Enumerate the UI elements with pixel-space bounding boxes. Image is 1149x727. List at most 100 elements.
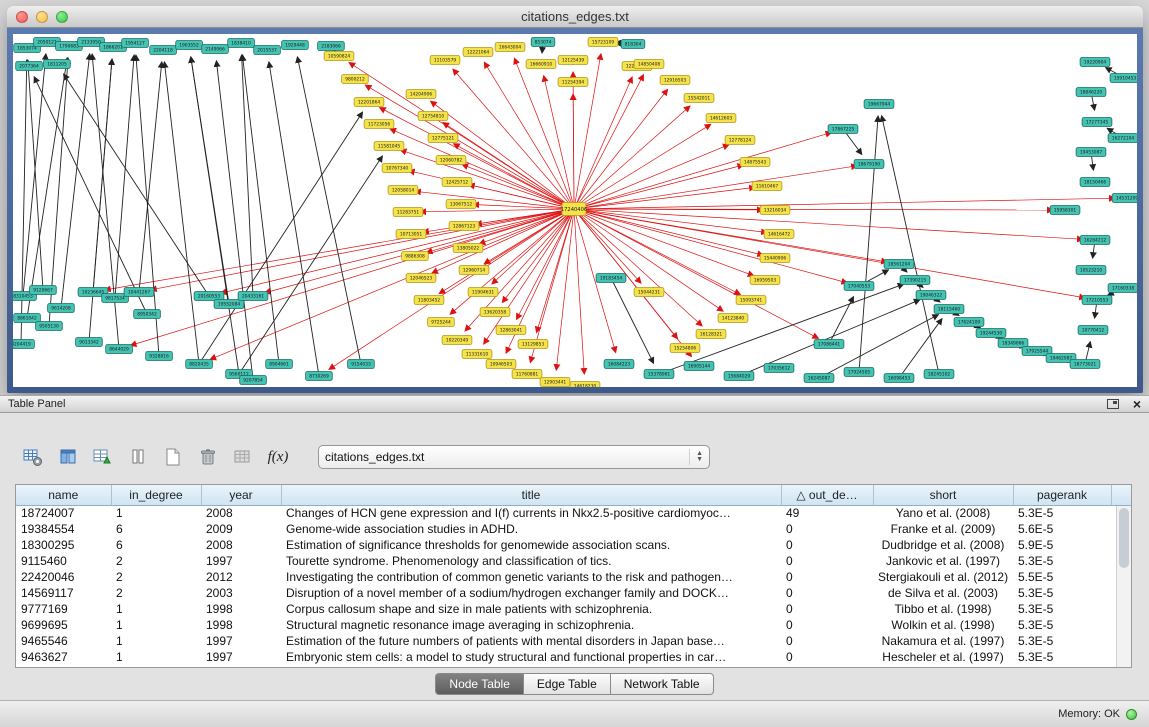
network-node[interactable]: 13620358 — [480, 308, 510, 317]
network-edge[interactable] — [574, 54, 601, 209]
table-row[interactable]: 2242004622012Investigating the contribut… — [16, 569, 1131, 585]
network-edge[interactable] — [191, 57, 229, 304]
network-node[interactable]: 17924505 — [844, 368, 874, 377]
network-node[interactable]: 9505130 — [36, 322, 63, 331]
network-node[interactable]: 11803452 — [414, 296, 444, 305]
network-edge[interactable] — [556, 209, 574, 370]
network-node[interactable]: 19046322 — [916, 291, 946, 300]
network-edge[interactable] — [574, 89, 668, 209]
network-node[interactable]: 17086441 — [814, 340, 844, 349]
minimize-window-button[interactable] — [36, 11, 48, 23]
column-header-title[interactable]: title — [281, 485, 781, 505]
import-table-button[interactable] — [230, 444, 256, 470]
network-edge[interactable] — [297, 57, 361, 364]
float-panel-icon[interactable] — [1107, 399, 1119, 409]
table-row[interactable]: 946362711997Embryonic stem cells: a mode… — [16, 649, 1131, 665]
network-node[interactable]: 17160338 — [1108, 284, 1137, 293]
network-node[interactable]: 14531209 — [1112, 194, 1137, 203]
network-edge[interactable] — [239, 156, 382, 374]
network-node[interactable]: 17867225 — [828, 125, 858, 134]
network-edge[interactable] — [21, 60, 27, 344]
zoom-window-button[interactable] — [56, 11, 68, 23]
network-node[interactable]: 8730269 — [306, 372, 333, 381]
network-node[interactable]: 15723109 — [588, 38, 618, 47]
network-node[interactable]: 18846220 — [1076, 88, 1106, 97]
network-edge[interactable] — [659, 284, 904, 374]
network-edge[interactable] — [574, 198, 1115, 209]
network-node[interactable]: 8904661 — [266, 360, 293, 369]
network-node[interactable]: 10523210 — [1076, 266, 1106, 275]
column-header-pagerank[interactable]: pagerank — [1013, 485, 1111, 505]
network-edge[interactable] — [151, 209, 574, 290]
network-node[interactable]: 16959503 — [750, 276, 780, 285]
network-edge[interactable] — [829, 297, 854, 344]
network-node[interactable]: 2183066 — [318, 42, 345, 51]
network-node[interactable]: 14850408 — [634, 60, 664, 69]
network-node[interactable]: 17040553 — [844, 282, 874, 291]
network-node[interactable]: 1838410 — [228, 39, 255, 48]
table-row[interactable]: 1938455462009Genome-wide association stu… — [16, 521, 1131, 537]
network-edge[interactable] — [139, 62, 162, 292]
network-node[interactable]: 9154033 — [348, 360, 375, 369]
network-node[interactable]: 1903552 — [176, 41, 203, 50]
network-node[interactable]: 15378061 — [644, 370, 674, 379]
network-node[interactable]: 19220904 — [1080, 58, 1110, 67]
network-node[interactable]: 16905144 — [684, 362, 714, 371]
network-node[interactable]: 12221064 — [463, 48, 493, 57]
network-edge[interactable] — [415, 191, 574, 209]
network-node[interactable]: 19244530 — [976, 329, 1006, 338]
network-node[interactable]: 18150466 — [1080, 178, 1110, 187]
network-node[interactable]: 14875543 — [740, 158, 770, 167]
network-node[interactable]: 11610467 — [752, 182, 782, 191]
tab-node-table[interactable]: Node Table — [435, 673, 524, 695]
network-node[interactable]: 13129853 — [518, 340, 548, 349]
network-node[interactable]: 8644029 — [106, 345, 133, 354]
network-node[interactable]: 9013342 — [76, 338, 103, 347]
network-edge[interactable] — [574, 77, 632, 209]
network-node[interactable]: 2015537 — [254, 46, 281, 55]
network-node[interactable]: 11581045 — [374, 142, 404, 151]
network-node[interactable]: 10767340 — [382, 164, 412, 173]
network-node[interactable]: 20433161 — [238, 292, 268, 301]
network-node[interactable]: 17277345 — [1082, 118, 1112, 127]
close-panel-icon[interactable]: × — [1133, 399, 1141, 409]
network-node[interactable]: 12058014 — [388, 186, 418, 195]
network-edge[interactable] — [574, 124, 711, 209]
network-node[interactable]: 11331610 — [462, 350, 492, 359]
network-node[interactable]: 2077364 — [16, 62, 43, 71]
column-header-name[interactable]: name — [16, 485, 111, 505]
network-node[interactable]: 14123840 — [718, 314, 748, 323]
network-node[interactable]: 12060782 — [436, 156, 466, 165]
show-columns-button[interactable] — [55, 444, 81, 470]
network-node[interactable]: 8950342 — [134, 310, 161, 319]
column-header-short[interactable]: short — [873, 485, 1013, 505]
network-edge[interactable] — [574, 209, 1085, 298]
network-edge[interactable] — [92, 54, 119, 349]
tab-network-table[interactable]: Network Table — [611, 673, 714, 695]
network-node[interactable]: 15542011 — [684, 94, 714, 103]
network-node[interactable]: 12046523 — [406, 274, 436, 283]
network-node[interactable]: 18773021 — [1070, 360, 1100, 369]
network-edge[interactable] — [199, 112, 363, 364]
network-node[interactable]: 17624109 — [954, 318, 984, 327]
function-builder-button[interactable]: f(x) — [265, 444, 291, 470]
network-node[interactable]: 18561204 — [884, 260, 914, 269]
network-node[interactable]: 8861042 — [14, 314, 41, 323]
network-node[interactable]: 18115460 — [934, 305, 964, 314]
network-edge[interactable] — [574, 209, 847, 283]
network-node[interactable]: 12201864 — [354, 98, 384, 107]
column-header-in_degree[interactable]: in_degree — [111, 485, 201, 505]
network-node[interactable]: 9886308 — [402, 252, 429, 261]
network-node[interactable]: 16660910 — [526, 60, 556, 69]
network-node[interactable]: 12778124 — [725, 136, 755, 145]
network-node[interactable]: 17035612 — [764, 364, 794, 373]
network-node[interactable]: 14618230 — [570, 382, 600, 388]
network-node[interactable]: 19552084 — [214, 300, 244, 309]
network-node[interactable]: 2149066 — [202, 45, 229, 54]
network-node[interactable]: 12903441 — [540, 378, 570, 387]
network-node[interactable]: 10713051 — [396, 230, 426, 239]
network-node[interactable]: 14616472 — [764, 230, 794, 239]
network-canvas[interactable]: 1853074205012117906832133950186620119541… — [13, 34, 1137, 387]
network-node[interactable]: 15684029 — [724, 372, 754, 381]
network-node[interactable]: 15958301 — [1050, 206, 1080, 215]
